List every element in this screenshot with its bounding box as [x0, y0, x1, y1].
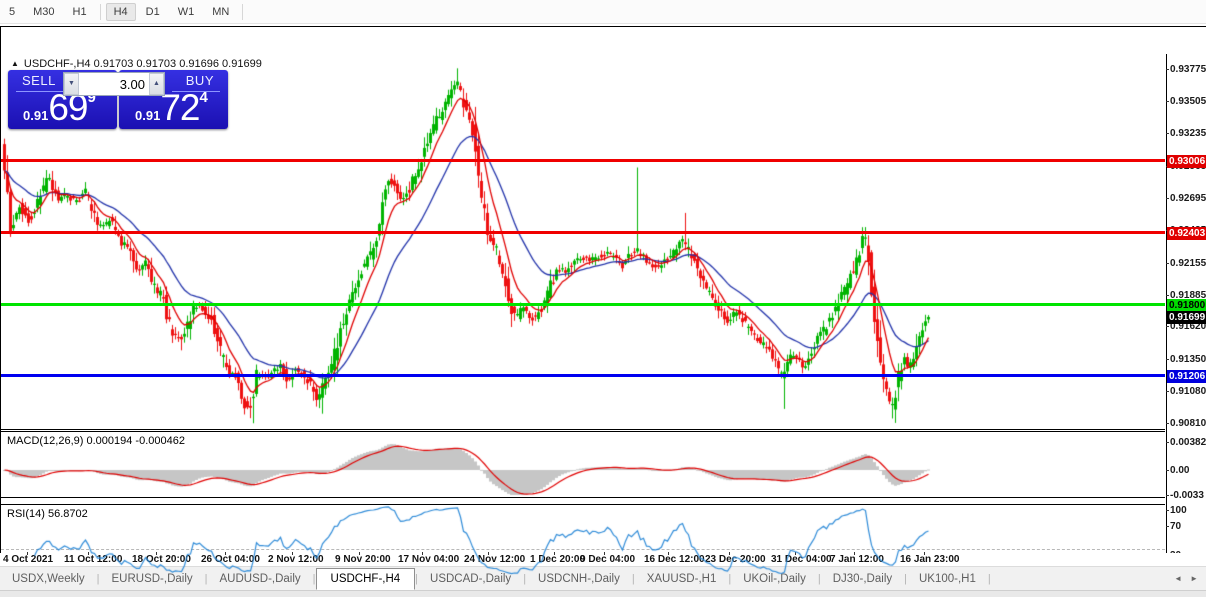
rsi-tick-label: 70 [1170, 521, 1181, 532]
sell-label: SELL [22, 73, 56, 88]
price-tick-label: 0.90810 [1170, 418, 1206, 429]
price-tick-mark [1166, 69, 1169, 70]
level-line[interactable] [1, 303, 1165, 306]
status-bar [0, 590, 1206, 597]
price-badge: 0.91206 [1167, 370, 1206, 383]
toolbar-divider [100, 4, 101, 20]
timeframe-button-w1[interactable]: W1 [170, 3, 203, 21]
level-line[interactable] [1, 159, 1165, 162]
timeframe-button-d1[interactable]: D1 [138, 3, 168, 21]
price-badge: 0.91800 [1167, 299, 1206, 312]
price-tick-label: 0.91080 [1170, 386, 1206, 397]
buy-price-prefix: 0.91 [135, 108, 160, 123]
macd-tick-label: 0.00382 [1170, 437, 1206, 448]
buy-price-big: 72 [160, 87, 199, 128]
buy-label: BUY [186, 73, 214, 88]
rsi-canvas[interactable] [1, 505, 1165, 579]
indicator-tick-mark [1166, 470, 1169, 471]
price-tick-mark [1166, 359, 1169, 360]
tab-scroll-right-icon[interactable]: ► [1190, 574, 1198, 583]
price-tick-mark [1166, 391, 1169, 392]
price-tick-mark [1166, 101, 1169, 102]
sell-price-prefix: 0.91 [23, 108, 48, 123]
volume-increase-button[interactable]: ▲ [149, 73, 164, 95]
volume-spinner: ▼ ▲ [63, 72, 165, 96]
rsi-label: RSI(14) 56.8702 [7, 508, 88, 520]
indicator-tick-mark [1166, 442, 1169, 443]
price-axis[interactable]: 0.937750.935050.932350.929650.926950.924… [1166, 54, 1206, 579]
price-tick-mark [1166, 326, 1169, 327]
price-tick-label: 0.93235 [1170, 128, 1206, 139]
macd-tick-label: 0.00 [1170, 465, 1189, 476]
level-line[interactable] [1, 374, 1165, 377]
timeframe-button-5[interactable]: 5 [1, 3, 23, 21]
price-badge: 0.92403 [1167, 227, 1206, 240]
level-line[interactable] [1, 231, 1165, 234]
macd-panel[interactable]: MACD(12,26,9) 0.000194 -0.000462 [1, 431, 1165, 498]
price-badge: 0.91699 [1167, 311, 1206, 324]
timeframe-button-mn[interactable]: MN [204, 3, 237, 21]
timeframe-button-h1[interactable]: H1 [65, 3, 95, 21]
macd-tick-label: -0.0033 [1170, 490, 1204, 501]
rsi-panel[interactable]: RSI(14) 56.8702 [1, 504, 1165, 580]
mt-terminal: { "toolbar": {"items": ["5","M30","H1","… [0, 0, 1206, 597]
price-tick-label: 0.91350 [1170, 354, 1206, 365]
price-tick-label: 0.92695 [1170, 193, 1206, 204]
price-tick-mark [1166, 263, 1169, 264]
volume-decrease-button[interactable]: ▼ [64, 73, 79, 95]
collapse-icon[interactable]: ▲ [11, 59, 19, 68]
price-badge: 0.93006 [1167, 155, 1206, 168]
price-tick-mark [1166, 198, 1169, 199]
indicator-tick-mark [1166, 495, 1169, 496]
price-tick-mark [1166, 133, 1169, 134]
price-tick-label: 0.92155 [1170, 258, 1206, 269]
one-click-trade-panel: SELL 0.91699 BUY 0.91724 ▼ ▲ [8, 70, 228, 129]
timeframe-button-m30[interactable]: M30 [25, 3, 62, 21]
indicator-tick-mark [1166, 526, 1169, 527]
toolbar-divider [242, 4, 243, 20]
price-tick-mark [1166, 295, 1169, 296]
chart-window: ▲ USDCHF-,H4 0.91703 0.91703 0.91696 0.91… [0, 26, 1206, 554]
price-tick-label: 0.93505 [1170, 96, 1206, 107]
price-tick-mark [1166, 423, 1169, 424]
timeframe-button-h4[interactable]: H4 [106, 3, 136, 21]
volume-input[interactable] [79, 73, 149, 95]
indicator-tick-mark [1166, 510, 1169, 511]
symbol-ohlc-text: USDCHF-,H4 0.91703 0.91703 0.91696 0.916… [24, 58, 262, 70]
price-tick-label: 0.93775 [1170, 64, 1206, 75]
macd-label: MACD(12,26,9) 0.000194 -0.000462 [7, 435, 185, 447]
chart-header: ▲ USDCHF-,H4 0.91703 0.91703 0.91696 0.91… [11, 58, 262, 70]
rsi-tick-label: 100 [1170, 505, 1187, 516]
buy-price-sup: 4 [199, 89, 207, 106]
timeframe-toolbar: 5M30H1 H4D1W1MN [0, 0, 1206, 24]
tab-scroll-left-icon[interactable]: ◄ [1174, 574, 1182, 583]
